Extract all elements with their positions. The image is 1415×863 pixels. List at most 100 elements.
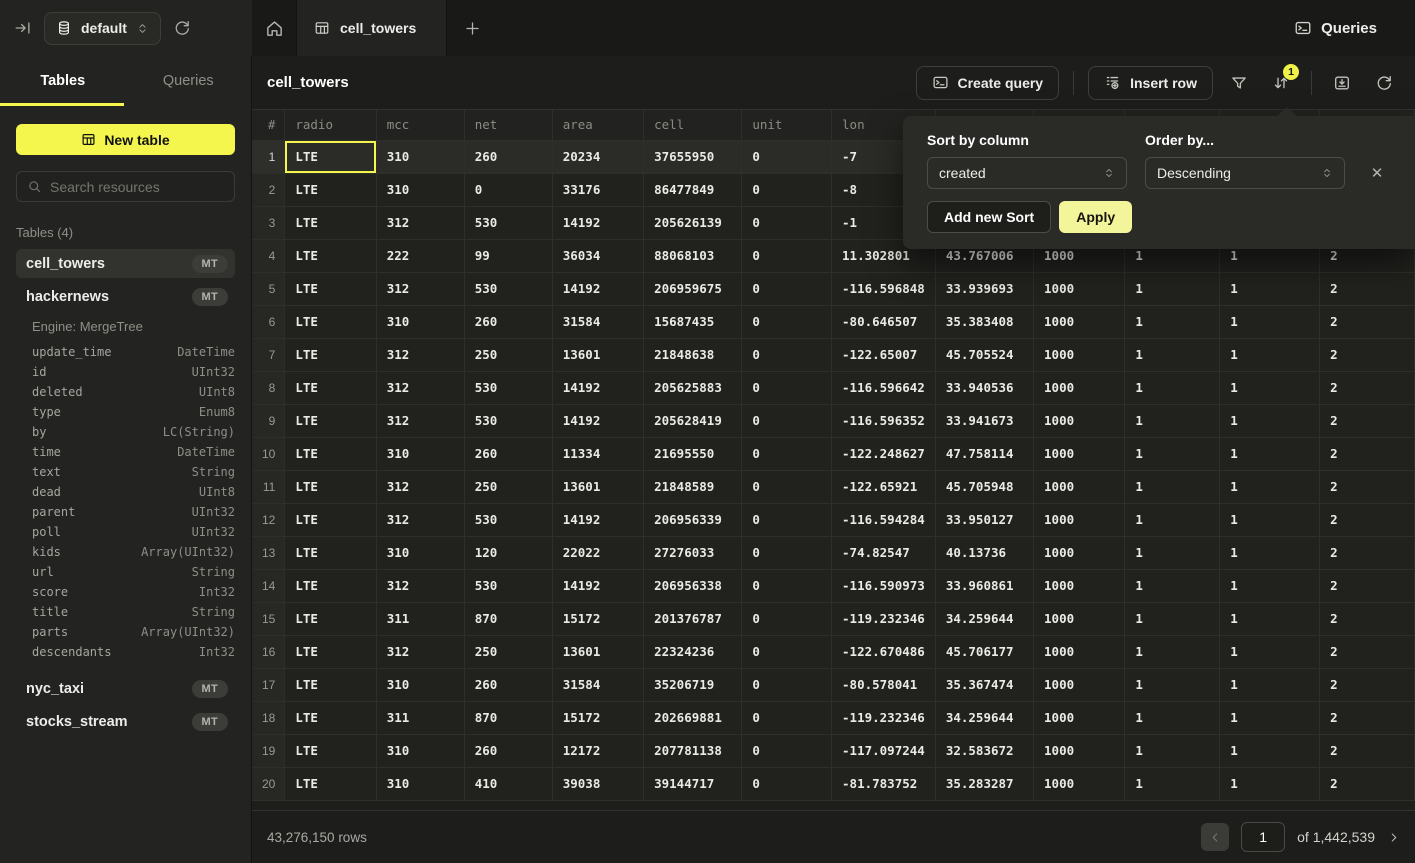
cell-net[interactable]: 530 bbox=[464, 404, 552, 437]
cell-area[interactable]: 11334 bbox=[552, 437, 643, 470]
cell-net[interactable]: 250 bbox=[464, 635, 552, 668]
cell-samples[interactable]: 1 bbox=[1125, 701, 1220, 734]
cell-created[interactable]: 2 bbox=[1320, 767, 1415, 800]
cell-created[interactable]: 2 bbox=[1320, 701, 1415, 734]
cell-net[interactable]: 0 bbox=[464, 173, 552, 206]
cell-unit[interactable]: 0 bbox=[742, 536, 832, 569]
cell-range[interactable]: 1000 bbox=[1034, 635, 1125, 668]
cell-samples[interactable]: 1 bbox=[1125, 635, 1220, 668]
cell-cell[interactable]: 206959675 bbox=[644, 272, 742, 305]
cell-samples[interactable]: 1 bbox=[1125, 272, 1220, 305]
sidebar-item-stocks-stream[interactable]: stocks_stream MT bbox=[16, 707, 235, 736]
next-page-button[interactable] bbox=[1387, 831, 1400, 844]
cell-changeable[interactable]: 1 bbox=[1220, 668, 1320, 701]
cell-unit[interactable]: 0 bbox=[742, 338, 832, 371]
new-tab-button[interactable] bbox=[447, 0, 497, 56]
cell-cell[interactable]: 21848638 bbox=[644, 338, 742, 371]
cell-net[interactable]: 250 bbox=[464, 338, 552, 371]
sidebar-item-hackernews[interactable]: hackernews MT bbox=[16, 282, 235, 311]
column-header-area[interactable]: area bbox=[552, 110, 643, 140]
cell-range[interactable]: 1000 bbox=[1034, 338, 1125, 371]
new-table-button[interactable]: New table bbox=[16, 124, 235, 155]
cell-net[interactable]: 530 bbox=[464, 503, 552, 536]
refresh-table-button[interactable] bbox=[1368, 67, 1400, 99]
cell-lon[interactable]: -119.232346 bbox=[832, 701, 936, 734]
cell-mcc[interactable]: 311 bbox=[376, 602, 464, 635]
download-button[interactable] bbox=[1326, 67, 1358, 99]
cell-unit[interactable]: 0 bbox=[742, 371, 832, 404]
cell-lon[interactable]: -74.82547 bbox=[832, 536, 936, 569]
cell-created[interactable]: 2 bbox=[1320, 404, 1415, 437]
cell-mcc[interactable]: 311 bbox=[376, 701, 464, 734]
cell-lon[interactable]: -122.65007 bbox=[832, 338, 936, 371]
cell-range[interactable]: 1000 bbox=[1034, 371, 1125, 404]
search-input[interactable] bbox=[50, 179, 224, 195]
cell-radio[interactable]: LTE bbox=[285, 635, 376, 668]
cell-cell[interactable]: 37655950 bbox=[644, 140, 742, 173]
cell-created[interactable]: 2 bbox=[1320, 470, 1415, 503]
cell-radio[interactable]: LTE bbox=[285, 470, 376, 503]
cell-created[interactable]: 2 bbox=[1320, 668, 1415, 701]
cell-created[interactable]: 2 bbox=[1320, 602, 1415, 635]
cell-range[interactable]: 1000 bbox=[1034, 668, 1125, 701]
cell-mcc[interactable]: 310 bbox=[376, 305, 464, 338]
cell-area[interactable]: 14192 bbox=[552, 503, 643, 536]
cell-cell[interactable]: 39144717 bbox=[644, 767, 742, 800]
cell-created[interactable]: 2 bbox=[1320, 635, 1415, 668]
cell-samples[interactable]: 1 bbox=[1125, 569, 1220, 602]
cell-lat[interactable]: 33.939693 bbox=[935, 272, 1033, 305]
cell-lon[interactable]: -80.578041 bbox=[832, 668, 936, 701]
cell-radio[interactable]: LTE bbox=[285, 173, 376, 206]
cell-lon[interactable]: -122.65921 bbox=[832, 470, 936, 503]
cell-unit[interactable]: 0 bbox=[742, 404, 832, 437]
cell-mcc[interactable]: 310 bbox=[376, 173, 464, 206]
home-tab-button[interactable] bbox=[252, 0, 296, 56]
cell-changeable[interactable]: 1 bbox=[1220, 272, 1320, 305]
create-query-button[interactable]: Create query bbox=[916, 66, 1060, 100]
cell-lon[interactable]: -122.670486 bbox=[832, 635, 936, 668]
cell-cell[interactable]: 15687435 bbox=[644, 305, 742, 338]
cell-area[interactable]: 15172 bbox=[552, 701, 643, 734]
cell-mcc[interactable]: 312 bbox=[376, 404, 464, 437]
row-number[interactable]: 18 bbox=[252, 701, 285, 734]
queries-button[interactable]: Queries bbox=[1294, 0, 1377, 56]
cell-mcc[interactable]: 312 bbox=[376, 338, 464, 371]
sort-button[interactable]: 1 bbox=[1265, 67, 1297, 99]
row-number[interactable]: 9 bbox=[252, 404, 285, 437]
cell-changeable[interactable]: 1 bbox=[1220, 701, 1320, 734]
cell-changeable[interactable]: 1 bbox=[1220, 305, 1320, 338]
cell-samples[interactable]: 1 bbox=[1125, 371, 1220, 404]
cell-lon[interactable]: -116.596642 bbox=[832, 371, 936, 404]
cell-cell[interactable]: 205625883 bbox=[644, 371, 742, 404]
tab-cell-towers[interactable]: cell_towers bbox=[296, 0, 447, 56]
cell-net[interactable]: 260 bbox=[464, 668, 552, 701]
cell-cell[interactable]: 202669881 bbox=[644, 701, 742, 734]
filter-button[interactable] bbox=[1223, 67, 1255, 99]
remove-sort-button[interactable]: ✕ bbox=[1371, 164, 1384, 182]
row-number[interactable]: 3 bbox=[252, 206, 285, 239]
row-number[interactable]: 7 bbox=[252, 338, 285, 371]
cell-mcc[interactable]: 312 bbox=[376, 206, 464, 239]
row-number[interactable]: 4 bbox=[252, 239, 285, 272]
cell-radio[interactable]: LTE bbox=[285, 338, 376, 371]
cell-lat[interactable]: 35.383408 bbox=[935, 305, 1033, 338]
row-number[interactable]: 10 bbox=[252, 437, 285, 470]
sidebar-item-cell-towers[interactable]: cell_towers MT bbox=[16, 249, 235, 278]
cell-range[interactable]: 1000 bbox=[1034, 767, 1125, 800]
cell-radio[interactable]: LTE bbox=[285, 536, 376, 569]
cell-samples[interactable]: 1 bbox=[1125, 503, 1220, 536]
cell-net[interactable]: 260 bbox=[464, 305, 552, 338]
cell-net[interactable]: 410 bbox=[464, 767, 552, 800]
cell-created[interactable]: 2 bbox=[1320, 569, 1415, 602]
cell-mcc[interactable]: 312 bbox=[376, 503, 464, 536]
sort-order-select[interactable]: Descending bbox=[1145, 157, 1345, 189]
cell-mcc[interactable]: 310 bbox=[376, 767, 464, 800]
cell-cell[interactable]: 206956339 bbox=[644, 503, 742, 536]
row-number[interactable]: 14 bbox=[252, 569, 285, 602]
cell-area[interactable]: 13601 bbox=[552, 635, 643, 668]
cell-mcc[interactable]: 310 bbox=[376, 437, 464, 470]
cell-created[interactable]: 2 bbox=[1320, 734, 1415, 767]
cell-range[interactable]: 1000 bbox=[1034, 536, 1125, 569]
cell-lat[interactable]: 45.705948 bbox=[935, 470, 1033, 503]
cell-unit[interactable]: 0 bbox=[742, 767, 832, 800]
